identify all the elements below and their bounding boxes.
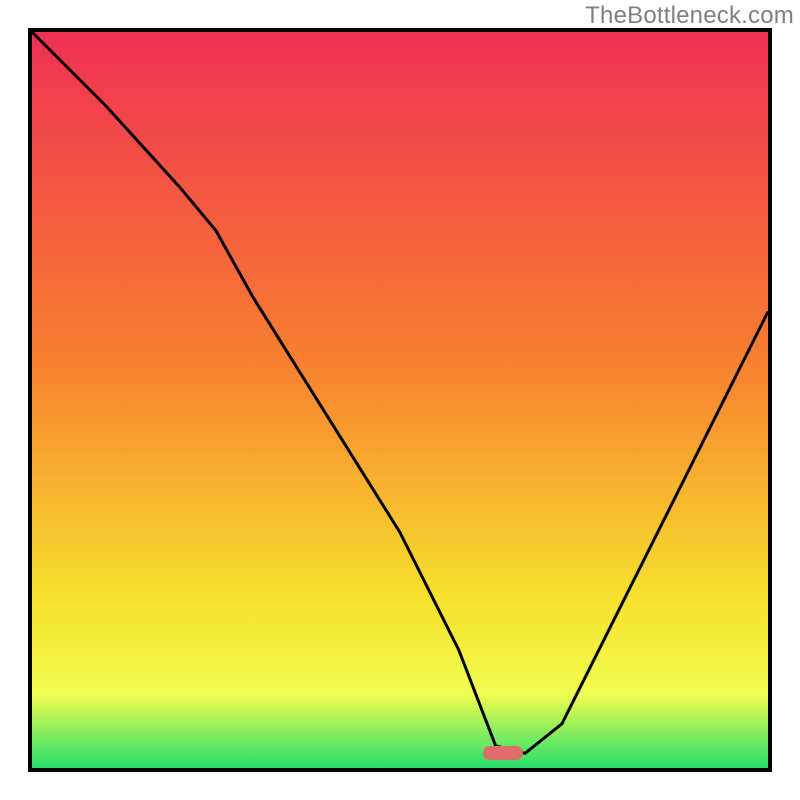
optimal-marker (483, 746, 523, 760)
bottleneck-curve (32, 32, 768, 768)
chart-wrapper: TheBottleneck.com (0, 0, 800, 800)
plot-frame (28, 28, 772, 772)
watermark-text: TheBottleneck.com (585, 2, 794, 30)
